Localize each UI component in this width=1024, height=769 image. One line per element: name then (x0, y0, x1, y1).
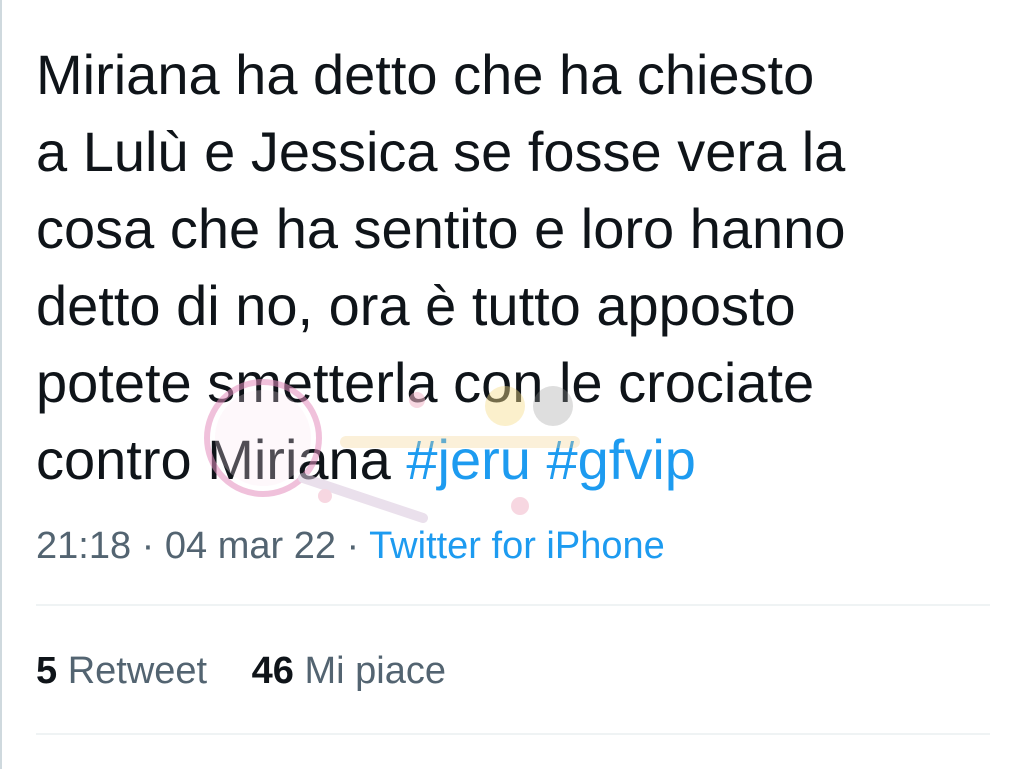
tweet-time[interactable]: 21:18 (36, 525, 131, 567)
tweet-source-link[interactable]: Twitter for iPhone (369, 525, 665, 567)
tweet-stats: 5 Retweet 46 Mi piace (36, 647, 446, 695)
meta-separator: · (335, 525, 370, 567)
like-label: Mi piace (304, 650, 447, 692)
tweet-line: cosa che ha sentito e loro hanno (36, 197, 846, 260)
tweet-meta: 21:18 · 04 mar 22 · Twitter for iPhone (36, 522, 665, 570)
retweet-label: Retweet (67, 650, 208, 692)
hashtag-jeru-link[interactable]: #jeru (406, 428, 531, 491)
divider (36, 604, 990, 606)
tweet-line: detto di no, ora è tutto apposto (36, 274, 796, 337)
divider (36, 733, 990, 735)
tweet-date[interactable]: 04 mar 22 (165, 525, 336, 567)
retweet-count: 5 (36, 650, 58, 692)
like-count-link[interactable]: 46 Mi piace (252, 647, 446, 695)
tweet-line: contro Miriana (36, 428, 407, 491)
left-border (0, 0, 2, 769)
hashtag-gfvip-link[interactable]: #gfvip (546, 428, 695, 491)
tweet-line: Miriana ha detto che ha chiesto (36, 43, 815, 106)
meta-separator: · (131, 525, 165, 567)
tweet-line: potete smetterla con le crociate (36, 351, 815, 414)
tweet-text: Miriana ha detto che ha chiesto a Lulù e… (36, 36, 996, 498)
like-count: 46 (251, 650, 294, 692)
retweet-count-link[interactable]: 5 Retweet (36, 647, 207, 695)
tweet-line: a Lulù e Jessica se fosse vera la (36, 120, 846, 183)
